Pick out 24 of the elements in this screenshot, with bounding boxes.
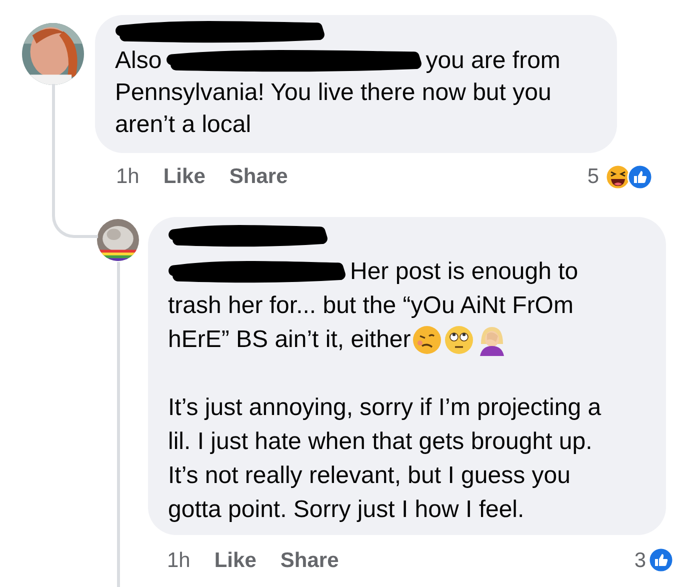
like-link[interactable]: Like (163, 161, 206, 192)
comment-text: Her post is enough to (350, 256, 578, 286)
comment-text: It’s not really relevant, but I guess you (168, 460, 570, 490)
comment-time: 1h (116, 164, 140, 190)
comment-text: It’s just annoying, sorry if I’m projecting a (168, 392, 602, 422)
thumbs-up-icon (627, 164, 653, 190)
comment-text: lil. I just hate when that gets brought up. (168, 426, 592, 456)
reaction-count: 5 (587, 164, 599, 190)
comment-text: you are from (426, 46, 560, 76)
reaction-count: 3 (634, 548, 646, 574)
thumbs-up-icon (648, 547, 674, 574)
share-link[interactable]: Share (280, 544, 339, 576)
comment-text: trash her for... but the “yOu AiNt FrOm (168, 290, 574, 320)
comment-time: 1h (167, 548, 190, 574)
comment-text: Pennsylvania! You live there now but you (115, 78, 552, 108)
like-link[interactable]: Like (214, 544, 256, 576)
comment-text: aren’t a local (115, 110, 252, 140)
comment-text: hErE” BS ain’t it, either (168, 324, 411, 354)
comment-text: gotta point. Sorry just I how I feel. (168, 494, 524, 524)
woozy-face-icon (412, 324, 442, 354)
laughing-face-icon (605, 164, 631, 190)
eye-roll-face-icon (444, 324, 474, 354)
comment-text: Also (115, 46, 162, 76)
share-link[interactable]: Share (229, 161, 288, 192)
